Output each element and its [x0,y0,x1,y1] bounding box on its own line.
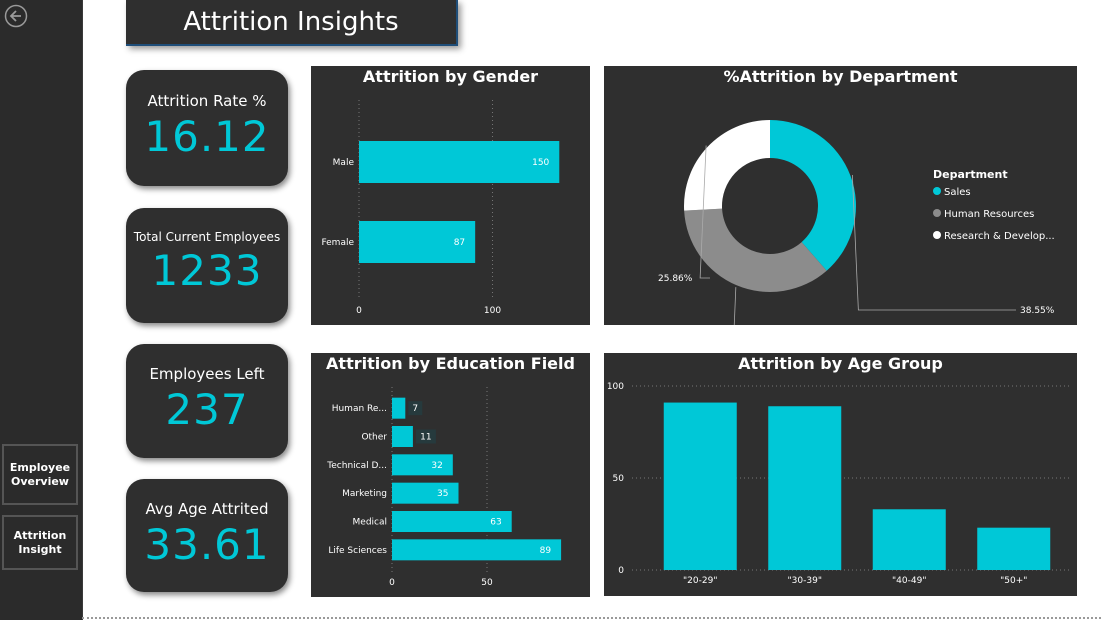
nav-attrition-insight-label: Attrition Insight [13,528,67,556]
data-label: 63 [490,518,501,528]
gender-chart-panel[interactable]: Attrition by Gender 0 100 Male 150 Female 87 [311,66,590,325]
legend-label: Research & Develop... [944,231,1055,242]
bar [392,539,562,561]
kpi-card-attrition-rate: Attrition Rate % 16.12 [126,70,288,186]
category-label: Human Re... [332,404,387,414]
legend-label: Human Resources [944,209,1034,220]
page-title-text: Attrition Insights [183,7,399,37]
legend-marker [933,187,941,195]
y-tick-label: 0 [618,566,624,576]
nav-employee-overview-label: Employee Overview [9,460,71,488]
bar [872,509,946,570]
gender-bar-chart: 0 100 Male 150 Female 87 [321,100,560,316]
x-tick-label: 0 [389,578,395,588]
x-tick-label: "40-49" [892,576,926,586]
page-title: Attrition Insights [126,0,458,46]
department-chart-panel[interactable]: %Attrition by Department 38.55%35.59%25.… [604,66,1077,436]
department-donut-chart: 38.55%35.59%25.86%DepartmentSalesHuman R… [658,120,1055,436]
data-label: 150 [532,158,549,168]
data-label: 7 [412,404,418,414]
kpi-value: 16.12 [144,112,270,161]
education-bar-chart: 0 50 Human Re... 7 Other 11 Technical D... 32 Ma… [326,387,562,588]
x-tick-label: 100 [484,306,501,316]
bar [392,454,453,476]
age-group-chart-panel[interactable]: Attrition by Age Group 0 50 100 "20-29" "30-… [604,353,1077,596]
legend-label: Sales [944,187,971,198]
donut-slice [770,120,856,271]
kpi-label: Avg Age Attrited [145,500,269,518]
nav-employee-overview-button[interactable]: Employee Overview [2,444,78,505]
category-label: Other [361,433,387,443]
kpi-card-employees-left: Employees Left 237 [126,344,288,458]
legend-marker [933,209,941,217]
chart-title: Attrition by Age Group [738,354,943,373]
category-label: Marketing [342,489,387,499]
leader-line [851,175,1016,311]
y-tick-label: 50 [613,474,625,484]
x-tick-label: "50+" [1000,576,1027,586]
chart-title: Attrition by Education Field [326,354,575,373]
page-bottom-divider [82,617,1101,619]
leader-line [729,287,738,431]
bar [977,527,1051,570]
kpi-card-total-employees: Total Current Employees 1233 [126,208,288,323]
slice-label: 25.86% [658,274,693,284]
donut-slice [684,208,827,292]
data-label: 35 [437,489,448,499]
bar [359,141,560,183]
sidebar: Employee Overview Attrition Insight [0,0,83,620]
y-tick-label: 100 [607,382,624,392]
x-tick-label: "30-39" [788,576,822,586]
kpi-label: Employees Left [149,365,265,383]
kpi-label: Attrition Rate % [147,92,267,110]
x-tick-label: "20-29" [683,576,717,586]
slice-label: 38.55% [1020,306,1055,316]
education-chart-panel[interactable]: Attrition by Education Field 0 50 Human Re… [311,353,590,597]
bar [392,397,406,419]
category-label: Life Sciences [328,546,387,556]
kpi-value: 237 [165,385,249,434]
data-label: 87 [454,238,465,248]
age-group-bar-chart: 0 50 100 "20-29" "30-39" "40-49" "50+" [607,382,1070,586]
kpi-label: Total Current Employees [133,230,281,244]
bar [768,406,842,570]
kpi-value: 33.61 [144,520,270,569]
legend-marker [933,231,941,239]
data-label: 89 [540,546,552,556]
bar [663,402,737,570]
bar [392,482,459,504]
legend-title: Department [933,168,1008,181]
kpi-value: 1233 [151,246,263,295]
chart-title: %Attrition by Department [723,67,958,86]
chart-title: Attrition by Gender [362,67,539,86]
category-label: Female [321,238,354,248]
category-label: Medical [353,518,387,528]
x-tick-label: 50 [481,578,493,588]
category-label: Technical D... [326,461,387,471]
x-tick-label: 0 [356,306,362,316]
back-arrow-icon[interactable] [4,4,28,28]
category-label: Male [333,158,355,168]
kpi-card-avg-age-attrited: Avg Age Attrited 33.61 [126,479,288,592]
data-label: 11 [420,433,431,443]
bar [392,426,413,447]
donut-slice [684,120,770,211]
nav-attrition-insight-button[interactable]: Attrition Insight [2,515,78,570]
data-label: 32 [431,461,442,471]
